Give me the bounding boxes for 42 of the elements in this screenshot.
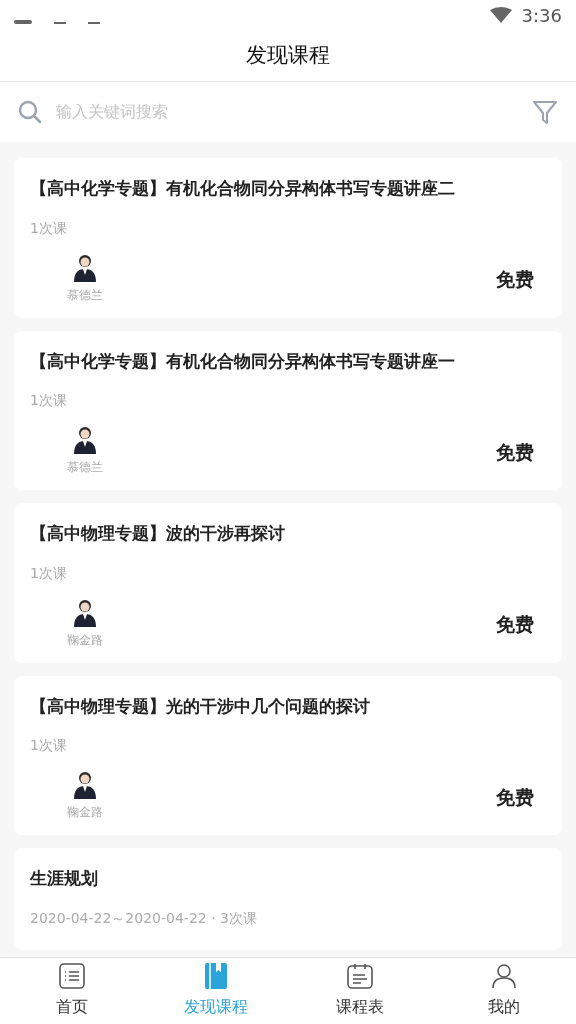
search-bar[interactable]: 输入关键词搜索 [0, 82, 576, 142]
filter-icon[interactable] [532, 99, 558, 125]
course-card[interactable]: 生涯规划 2020-04-22～2020-04-22 · 3次课 [14, 848, 562, 950]
teacher-name: 慕德兰 [67, 286, 103, 304]
teacher-name: 鞠金路 [67, 804, 103, 821]
nav-tab[interactable]: 首页 [0, 958, 144, 1024]
list-icon [59, 963, 85, 989]
course-meta: 1次课 [30, 737, 67, 753]
course-price: 免费 [496, 612, 534, 637]
search-icon [18, 100, 42, 124]
teacher-avatar [73, 771, 97, 799]
calendar-icon [347, 963, 373, 989]
course-title: 生涯规划 [30, 868, 98, 888]
teacher-name: 慕德兰 [67, 459, 103, 476]
teacher-name: 鞠金路 [67, 631, 103, 649]
course-price: 免费 [496, 784, 534, 810]
course-price: 免费 [496, 267, 534, 292]
page-title: 发现课程 [246, 41, 330, 69]
course-meta: 2020-04-22～2020-04-22 · 3次课 [30, 909, 257, 926]
teacher-avatar [73, 598, 97, 627]
status-time: 3:36 [521, 3, 562, 28]
nav-tab[interactable]: 我的 [432, 958, 576, 1024]
course-meta: 1次课 [30, 392, 67, 408]
course-card[interactable]: 【高中物理专题】波的干涉再探讨 1次课 鞠金路 免费 [14, 503, 562, 663]
notification-icon [14, 20, 32, 24]
teacher-avatar [73, 253, 97, 282]
book-icon [205, 963, 227, 989]
person-icon [491, 963, 517, 989]
nav-tab[interactable]: 课程表 [288, 958, 432, 1024]
course-card[interactable]: 【高中化学专题】有机化合物同分异构体书写专题讲座一 1次课 慕德兰 免费 [14, 330, 562, 490]
course-meta: 1次课 [30, 219, 67, 236]
course-title: 【高中物理专题】光的干涉中几个问题的探讨 [30, 695, 370, 716]
course-meta: 1次课 [30, 564, 67, 581]
course-card[interactable]: 【高中物理专题】光的干涉中几个问题的探讨 1次课 鞠金路 免费 [14, 675, 562, 835]
course-title: 【高中化学专题】有机化合物同分异构体书写专题讲座一 [30, 350, 455, 371]
course-title: 【高中物理专题】波的干涉再探讨 [30, 523, 285, 543]
course-card[interactable]: 【高中化学专题】有机化合物同分异构体书写专题讲座二 1次课 慕德兰 免费 [14, 158, 562, 318]
search-field[interactable]: 输入关键词搜索 [56, 100, 518, 124]
course-title: 【高中化学专题】有机化合物同分异构体书写专题讲座二 [30, 178, 455, 198]
course-price: 免费 [496, 439, 534, 465]
teacher-avatar [73, 426, 97, 454]
wifi-icon [489, 7, 512, 23]
